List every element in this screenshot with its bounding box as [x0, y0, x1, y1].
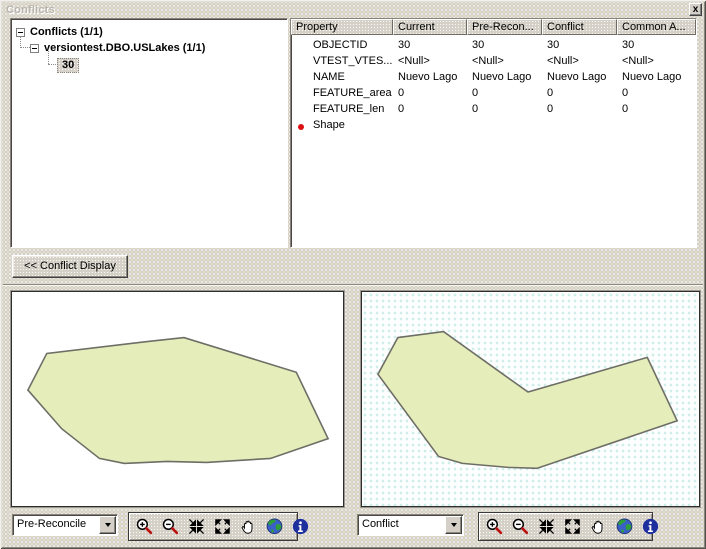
tree-connector [48, 64, 56, 65]
fixed-zoom-out-icon[interactable] [213, 517, 232, 536]
pan-hand-icon[interactable] [589, 517, 608, 536]
version-selector-left[interactable]: Pre-Reconcile [12, 514, 118, 536]
selected-conflict-label[interactable]: 30 [57, 57, 80, 73]
value-cell: 30 [398, 39, 411, 51]
property-label: Shape [313, 119, 345, 131]
fixed-zoom-in-icon[interactable] [187, 517, 206, 536]
version-selector-value: Conflict [362, 518, 399, 530]
table-row[interactable]: VTEST_VTES... <Null> <Null> <Null> <Null… [291, 53, 696, 69]
column-header-conflict[interactable]: Conflict [542, 19, 617, 35]
dropdown-button[interactable] [99, 516, 116, 534]
conflicts-tree: Conflicts (1/1) versiontest.DBO.USLakes … [13, 21, 285, 245]
zoom-out-icon[interactable] [511, 517, 530, 536]
zoom-out-icon[interactable] [161, 517, 180, 536]
title-bar[interactable]: Conflicts x [4, 3, 702, 17]
full-extent-globe-icon[interactable] [615, 517, 634, 536]
column-header-current[interactable]: Current [393, 19, 467, 35]
version-selector-value: Pre-Reconcile [17, 518, 87, 530]
tree-connector [48, 51, 49, 64]
value-cell: <Null> [398, 55, 430, 67]
fixed-zoom-out-icon[interactable] [563, 517, 582, 536]
full-extent-globe-icon[interactable] [265, 517, 284, 536]
column-header-commonancestor[interactable]: Common A... [617, 19, 696, 35]
tree-item-label: Conflicts (1/1) [30, 26, 103, 38]
column-header-prereconcile[interactable]: Pre-Recon... [467, 19, 542, 35]
table-row[interactable]: FEATURE_len 0 0 0 0 [291, 101, 696, 117]
map-viewer-conflict[interactable] [361, 291, 700, 507]
value-cell: 30 [547, 39, 560, 51]
table-body: OBJECTID 30 30 30 30 VTEST_VTES... <Null… [291, 35, 696, 133]
close-icon: x [692, 4, 699, 15]
value-cell: 0 [547, 103, 554, 115]
value-cell: Nuevo Lago [547, 71, 607, 83]
value-cell: 0 [398, 103, 405, 115]
value-cell: <Null> [622, 55, 654, 67]
tree-item-label: versiontest.DBO.USLakes (1/1) [44, 42, 206, 54]
lake-polygon-canvas [376, 330, 679, 470]
conflict-values-table: Property Current Pre-Recon... Conflict C… [290, 18, 697, 248]
property-cell: Shape [291, 119, 393, 131]
property-cell: FEATURE_area [313, 87, 392, 99]
lake-polygon-canvas [26, 336, 330, 465]
table-row[interactable]: FEATURE_area 0 0 0 0 [291, 85, 696, 101]
zoom-in-icon[interactable] [485, 517, 504, 536]
identify-info-icon[interactable] [641, 517, 660, 536]
conflict-marker-icon [298, 124, 304, 130]
value-cell: 30 [622, 39, 635, 51]
tree-item-uslakes[interactable]: versiontest.DBO.USLakes (1/1) [30, 40, 205, 56]
lake-polygon [26, 336, 330, 465]
conflicts-window: Conflicts x Conflicts (1/1) versiontest.… [0, 0, 706, 549]
window-title: Conflicts [6, 4, 55, 16]
chevron-down-icon [104, 523, 111, 527]
value-cell: 0 [622, 87, 629, 99]
identify-info-icon[interactable] [291, 517, 310, 536]
map-toolbar-right [478, 512, 659, 541]
value-cell: 0 [398, 87, 405, 99]
value-cell: Nuevo Lago [398, 71, 458, 83]
column-header-property[interactable]: Property [291, 19, 393, 35]
value-cell: 0 [472, 103, 479, 115]
value-cell: <Null> [472, 55, 504, 67]
table-header: Property Current Pre-Recon... Conflict C… [291, 19, 696, 35]
collapse-minus-icon[interactable] [30, 43, 39, 53]
tree-item-conflicts[interactable]: Conflicts (1/1) [16, 24, 103, 40]
version-selector-right[interactable]: Conflict [357, 514, 464, 536]
table-row[interactable]: NAME Nuevo Lago Nuevo Lago Nuevo Lago Nu… [291, 69, 696, 85]
section-separator [3, 284, 703, 286]
value-cell: 30 [472, 39, 485, 51]
value-cell: Nuevo Lago [622, 71, 682, 83]
table-row[interactable]: OBJECTID 30 30 30 30 [291, 37, 696, 53]
conflicts-tree-panel: Conflicts (1/1) versiontest.DBO.USLakes … [10, 18, 288, 248]
value-cell: 0 [622, 103, 629, 115]
property-cell: NAME [313, 71, 345, 83]
fixed-zoom-in-icon[interactable] [537, 517, 556, 536]
value-cell: Nuevo Lago [472, 71, 532, 83]
map-viewer-prereconcile[interactable] [11, 291, 344, 507]
value-cell: <Null> [547, 55, 579, 67]
zoom-in-icon[interactable] [135, 517, 154, 536]
property-cell: FEATURE_len [313, 103, 385, 115]
property-cell: OBJECTID [313, 39, 368, 51]
table-row-shape[interactable]: Shape [291, 117, 696, 133]
map-toolbar-left [128, 512, 309, 541]
pan-hand-icon[interactable] [239, 517, 258, 536]
dropdown-button[interactable] [445, 516, 462, 534]
conflict-display-button[interactable]: << Conflict Display [12, 255, 128, 278]
lake-polygon [376, 330, 679, 470]
value-cell: 0 [547, 87, 554, 99]
tree-connector [21, 47, 30, 48]
chevron-down-icon [450, 523, 457, 527]
tree-item-conflict-30[interactable]: 30 [57, 57, 80, 73]
value-cell: 0 [472, 87, 479, 99]
close-button[interactable]: x [689, 3, 702, 16]
property-cell: VTEST_VTES... [313, 55, 393, 67]
